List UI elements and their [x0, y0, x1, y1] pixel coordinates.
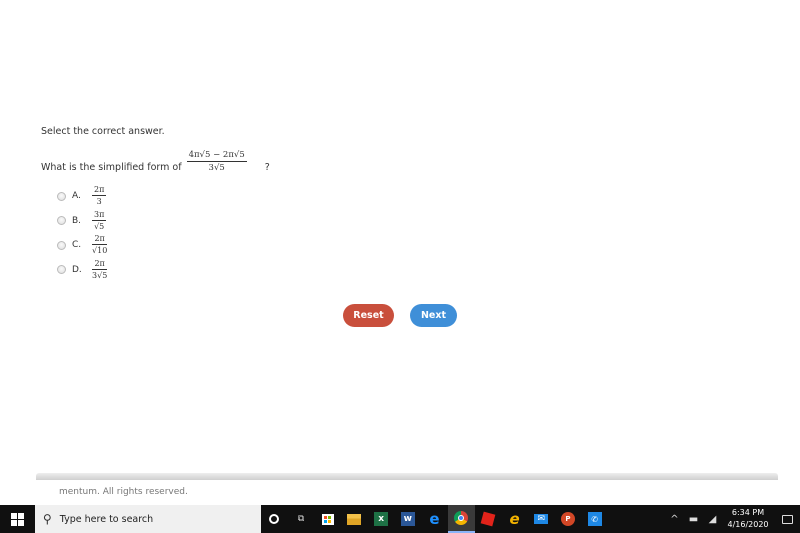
cortana-icon: [267, 512, 281, 526]
store-icon: [321, 513, 334, 525]
store-button[interactable]: [314, 505, 341, 533]
expression-denominator: 3√5: [208, 162, 225, 173]
choice-fraction: 2π 3√5: [92, 258, 108, 280]
choice-c[interactable]: C. 2π √10: [57, 233, 107, 258]
taskbar-search[interactable]: ⚲ Type here to search: [35, 505, 261, 533]
copyright-text: mentum. All rights reserved.: [59, 487, 188, 497]
choice-letter: A.: [72, 191, 81, 202]
whatsapp-button[interactable]: ✆: [581, 505, 608, 533]
search-placeholder: Type here to search: [59, 513, 154, 525]
answer-choices: A. 2π 3 B. 3π √5 C. 2π √10 D. 2π 3√5: [57, 184, 107, 282]
radio-button[interactable]: [57, 240, 66, 250]
roblox-icon: [480, 511, 496, 527]
cortana-button[interactable]: [261, 505, 288, 533]
radio-button[interactable]: [57, 216, 66, 226]
word-icon: w: [400, 512, 415, 526]
question-mark: ?: [264, 162, 270, 173]
whatsapp-icon: ✆: [587, 512, 602, 526]
internet-explorer-button[interactable]: e: [501, 505, 528, 533]
question-text: What is the simplified form of: [41, 162, 182, 173]
mail-icon: ✉: [534, 514, 549, 524]
choice-denominator: 3√5: [92, 270, 108, 280]
edge-icon: e: [429, 510, 440, 528]
wifi-icon[interactable]: ◢: [703, 514, 722, 525]
notification-button[interactable]: [774, 514, 800, 524]
reset-button[interactable]: Reset: [343, 304, 394, 327]
start-button[interactable]: [0, 505, 35, 533]
taskbar: ⚲ Type here to search ⧉ x w e e ✉ P ✆ ^ …: [0, 505, 800, 533]
powerpoint-icon: P: [560, 512, 575, 526]
question-expression: 4π√5 − 2π√5 3√5: [186, 150, 247, 173]
chrome-icon: [454, 511, 469, 525]
battery-icon[interactable]: ▬: [684, 514, 703, 525]
mail-button[interactable]: ✉: [528, 505, 555, 533]
notification-icon: [781, 514, 793, 524]
quiz-page: Select the correct answer. What is the s…: [0, 0, 800, 505]
choice-letter: D.: [72, 264, 82, 275]
radio-button[interactable]: [57, 191, 66, 201]
file-explorer-icon: [347, 513, 362, 525]
taskbar-apps: ⧉ x w e e ✉ P ✆: [261, 505, 608, 533]
choice-denominator: 3: [96, 197, 102, 207]
choice-numerator: 2π: [92, 185, 107, 197]
internet-explorer-icon: e: [509, 510, 520, 528]
clock-date: 4/16/2020: [727, 520, 769, 529]
roblox-button[interactable]: [475, 505, 502, 533]
instruction-text: Select the correct answer.: [41, 126, 165, 137]
excel-icon: x: [374, 512, 389, 526]
windows-icon: [11, 512, 24, 526]
question: What is the simplified form of 4π√5 − 2π…: [41, 150, 270, 173]
choice-a[interactable]: A. 2π 3: [57, 184, 107, 209]
excel-button[interactable]: x: [368, 505, 395, 533]
choice-numerator: 2π: [92, 234, 107, 246]
edge-button[interactable]: e: [421, 505, 448, 533]
search-icon: ⚲: [43, 512, 52, 526]
task-view-icon: ⧉: [297, 514, 305, 524]
expression-numerator: 4π√5 − 2π√5: [186, 150, 247, 162]
word-button[interactable]: w: [394, 505, 421, 533]
choice-fraction: 2π 3: [92, 185, 107, 207]
clock-time: 6:34 PM: [731, 508, 765, 517]
choice-d[interactable]: D. 2π 3√5: [57, 258, 107, 283]
choice-denominator: √5: [94, 221, 105, 231]
choice-fraction: 2π √10: [92, 235, 107, 255]
choice-denominator: √10: [92, 246, 108, 256]
radio-button[interactable]: [57, 265, 66, 275]
next-button[interactable]: Next: [410, 304, 457, 327]
powerpoint-button[interactable]: P: [555, 505, 582, 533]
choice-letter: C.: [72, 240, 82, 251]
choice-numerator: 3π: [92, 209, 107, 221]
system-tray: ^ ▬ ◢ 6:34 PM 4/16/2020: [665, 505, 800, 533]
clock[interactable]: 6:34 PM 4/16/2020: [722, 507, 774, 531]
footer-divider: [36, 473, 778, 480]
file-explorer-button[interactable]: [341, 505, 368, 533]
choice-b[interactable]: B. 3π √5: [57, 209, 107, 234]
choice-fraction: 3π √5: [92, 209, 107, 231]
choice-numerator: 2π: [92, 258, 107, 270]
chrome-button[interactable]: [447, 505, 475, 533]
choice-letter: B.: [72, 215, 82, 226]
chevron-up-icon[interactable]: ^: [665, 514, 684, 525]
task-view-button[interactable]: ⧉: [288, 505, 315, 533]
